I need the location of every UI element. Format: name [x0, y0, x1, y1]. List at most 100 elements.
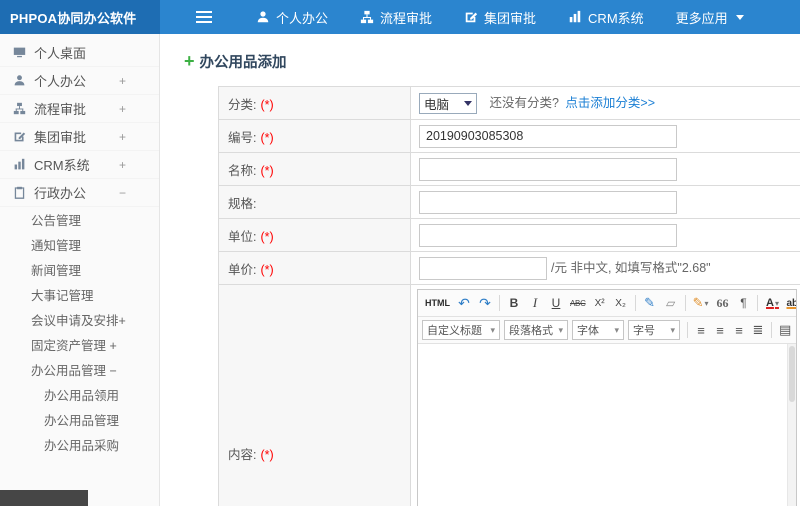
expand-toggle[interactable]: + [119, 130, 126, 144]
dropdown-label: 字体 [577, 325, 599, 337]
remove-format-icon[interactable]: ▱ [661, 293, 681, 313]
editor-toolbar-row2: 自定义标题 段落格式 字体 字号 ≡ ≡ ≡ ≣ ▤ ▥ [418, 317, 796, 344]
sidebar-item-meeting-mgmt[interactable]: 会议申请及安排+ [0, 307, 159, 332]
add-category-link[interactable]: 点击添加分类>> [565, 96, 655, 110]
expand-toggle[interactable]: + [119, 158, 126, 172]
required-mark: (*) [260, 229, 274, 244]
superscript-button[interactable]: X² [590, 293, 610, 313]
sidebar-item-announcement-mgmt[interactable]: 公告管理 [0, 207, 159, 232]
underline-button[interactable]: U [546, 293, 566, 313]
sidebar-item-admin-office[interactable]: 行政办公 − [0, 179, 159, 207]
form-row-content: 内容: (*) HTML ↶ ↷ B I U ABC X² X₂ ✎ ▱ ✎ ▾… [218, 284, 800, 506]
source-code-button[interactable]: HTML [422, 293, 453, 313]
toolbar-separator [757, 295, 759, 311]
field-label: 规格: [228, 196, 257, 211]
sidebar-item-news-mgmt[interactable]: 新闻管理 [0, 257, 159, 282]
main-content: + 办公用品添加 分类: (*) 电脑 还没有分类? 点击添加分类>> 编号: (*… [160, 34, 800, 506]
sidebar-item-personal-desktop[interactable]: 个人桌面 [0, 39, 159, 67]
font-color-button[interactable]: A [762, 293, 782, 313]
collapse-toggle[interactable]: − [119, 186, 126, 200]
form-row-unit: 单位: (*) [218, 218, 800, 252]
redo-icon[interactable]: ↷ [475, 293, 495, 313]
sidebar-item-label: 新闻管理 [31, 264, 82, 278]
ordered-list-button[interactable]: ▤ [776, 320, 794, 340]
sidebar-item-assets-mgmt[interactable]: 固定资产管理 + [0, 332, 159, 357]
align-center-button[interactable]: ≡ [711, 320, 729, 340]
name-input[interactable] [419, 157, 677, 181]
toolbar-separator [684, 295, 686, 311]
unordered-list-button[interactable]: ▥ [795, 320, 796, 340]
strikethrough-button[interactable]: ABC [567, 293, 589, 313]
menu-toggle-icon[interactable] [196, 10, 214, 24]
nav-crm[interactable]: CRM系统 [568, 8, 644, 27]
background-color-button[interactable]: ab [783, 293, 796, 313]
sidebar-item-label: 固定资产管理 + [31, 339, 117, 353]
toolbar-separator [499, 295, 500, 311]
sidebar-item-workflow[interactable]: 流程审批 + [0, 95, 159, 123]
unit-input[interactable] [419, 223, 677, 247]
spec-input[interactable] [419, 190, 677, 214]
sidebar-item-supplies-manage[interactable]: 办公用品管理 [0, 407, 159, 432]
custom-heading-dropdown[interactable]: 自定义标题 [422, 320, 500, 340]
dropdown-label: 字号 [633, 325, 655, 337]
page-title: + 办公用品添加 [184, 50, 800, 72]
user-icon [256, 10, 270, 24]
field-label: 单价: [228, 262, 257, 277]
editor-scrollbar[interactable] [787, 344, 796, 506]
sidebar-item-label: 办公用品领用 [44, 389, 120, 403]
sidebar-item-supplies-purchase[interactable]: 办公用品采购 [0, 432, 159, 457]
align-left-button[interactable]: ≡ [692, 320, 710, 340]
sidebar-item-label: 行政办公 [34, 186, 87, 201]
align-justify-button[interactable]: ≣ [749, 320, 767, 340]
sidebar-item-label: 办公用品采购 [44, 439, 120, 453]
rich-text-editor: HTML ↶ ↷ B I U ABC X² X₂ ✎ ▱ ✎ ▾ 66 ¶ A … [417, 289, 797, 506]
toolbar-separator [771, 322, 772, 338]
clipboard-icon [13, 186, 26, 199]
bar-chart-icon [568, 10, 582, 24]
dropdown-label: 段落格式 [509, 325, 553, 337]
field-label: 分类: [228, 97, 257, 112]
insert-pencil-icon[interactable]: ✎ [690, 293, 712, 313]
nav-label: 集团审批 [484, 10, 537, 26]
expand-toggle[interactable]: + [119, 102, 126, 116]
font-family-dropdown[interactable]: 字体 [572, 320, 624, 340]
undo-icon[interactable]: ↶ [454, 293, 474, 313]
field-label: 名称: [228, 163, 257, 178]
sidebar-item-notice-mgmt[interactable]: 通知管理 [0, 232, 159, 257]
nav-workflow-approval[interactable]: 流程审批 [360, 8, 432, 27]
nav-group-approval[interactable]: 集团审批 [464, 8, 536, 27]
flow-icon [360, 10, 374, 24]
expand-toggle[interactable]: + [119, 74, 126, 88]
dropdown-label: 自定义标题 [427, 325, 482, 337]
category-select[interactable]: 电脑 [419, 93, 477, 115]
editor-content[interactable] [418, 344, 796, 506]
hamburger-bars [196, 11, 212, 13]
nav-more-apps[interactable]: 更多应用 [676, 8, 744, 27]
price-input[interactable] [419, 256, 547, 280]
sidebar-item-personal-office[interactable]: 个人办公 + [0, 67, 159, 95]
app-logo: PHPOA协同办公软件 [0, 0, 160, 34]
paragraph-button[interactable]: ¶ [733, 293, 753, 313]
code-input[interactable] [419, 124, 677, 148]
sidebar-item-events-mgmt[interactable]: 大事记管理 [0, 282, 159, 307]
caret-down-icon [735, 14, 744, 20]
page-title-text: 办公用品添加 [199, 54, 287, 71]
nav-personal-office[interactable]: 个人办公 [256, 8, 328, 27]
field-label: 内容: [228, 447, 257, 462]
required-mark: (*) [260, 130, 274, 145]
sidebar-item-supplies-mgmt[interactable]: 办公用品管理 − [0, 357, 159, 382]
desktop-icon [13, 46, 26, 59]
paragraph-format-dropdown[interactable]: 段落格式 [504, 320, 568, 340]
sidebar-item-supplies-requisition[interactable]: 办公用品领用 [0, 382, 159, 407]
format-painter-icon[interactable]: ✎ [640, 293, 660, 313]
sidebar-item-label: 流程审批 [34, 102, 87, 117]
blockquote-button[interactable]: 66 [712, 293, 732, 313]
bold-button[interactable]: B [504, 293, 524, 313]
subscript-button[interactable]: X₂ [611, 293, 631, 313]
sidebar-item-crm[interactable]: CRM系统 + [0, 151, 159, 179]
scrollbar-thumb[interactable] [789, 346, 795, 402]
font-size-dropdown[interactable]: 字号 [628, 320, 680, 340]
italic-button[interactable]: I [525, 293, 545, 313]
sidebar-item-group-approval[interactable]: 集团审批 + [0, 123, 159, 151]
align-right-button[interactable]: ≡ [730, 320, 748, 340]
